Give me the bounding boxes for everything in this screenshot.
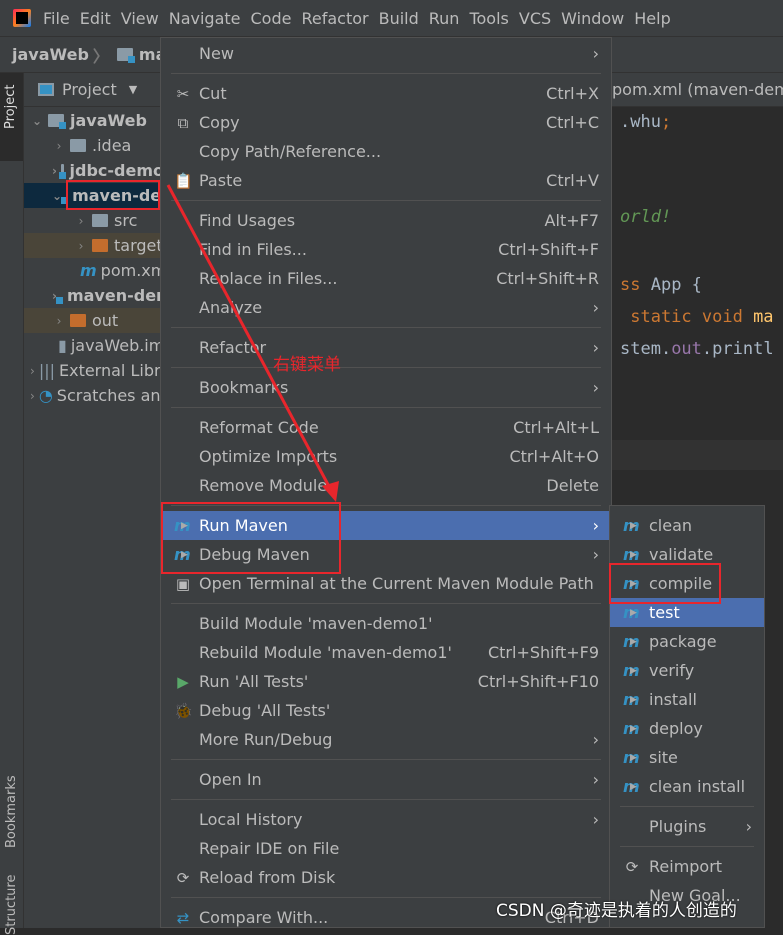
annotation-arrow — [166, 184, 339, 502]
annotation-text: 右键菜单 — [273, 355, 341, 375]
watermark: CSDN @奇迹是执着的人创造的 — [496, 901, 737, 921]
